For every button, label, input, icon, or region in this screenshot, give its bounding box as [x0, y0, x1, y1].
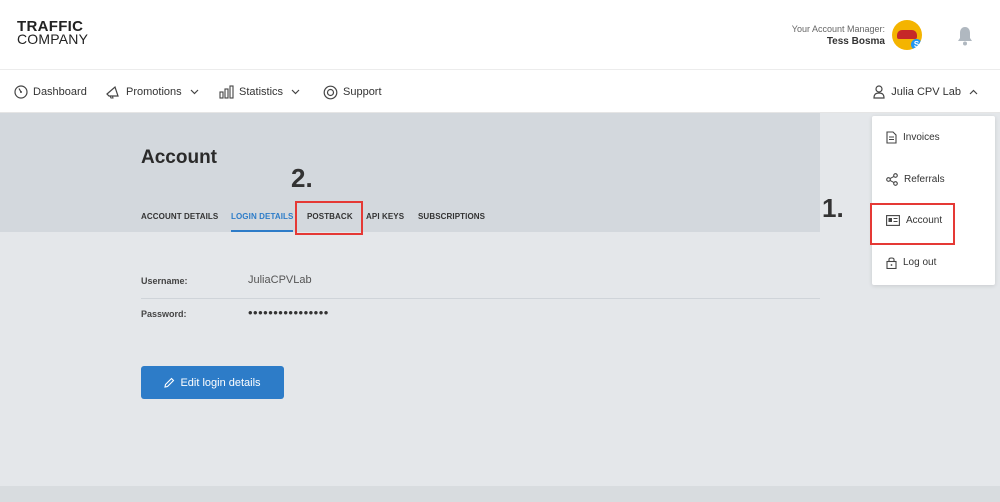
account-header-band — [0, 113, 820, 232]
dropdown-item-invoices[interactable]: Invoices — [872, 124, 995, 150]
user-menu-label: Julia CPV Lab — [891, 86, 961, 98]
user-icon — [873, 85, 885, 99]
account-manager-info: Your Account Manager: Tess Bosma — [792, 24, 885, 47]
edit-login-details-button[interactable]: Edit login details — [141, 366, 284, 399]
notification-bell-icon[interactable] — [957, 26, 973, 46]
lifebuoy-icon — [323, 85, 338, 99]
dropdown-item-referrals[interactable]: Referrals — [872, 166, 995, 192]
bar-chart-icon — [219, 85, 234, 99]
dashboard-gauge-icon — [14, 85, 28, 99]
pencil-icon — [164, 377, 175, 388]
nav-item-dashboard[interactable]: Dashboard — [14, 71, 87, 113]
dropdown-label-referrals: Referrals — [904, 173, 945, 185]
user-menu-toggle[interactable]: Julia CPV Lab — [873, 71, 978, 113]
user-dropdown-menu: Invoices Referrals Account Log out — [872, 116, 995, 285]
top-header: TRAFFIC COMPANY Your Account Manager: Te… — [0, 0, 1000, 70]
page-title: Account — [141, 147, 217, 168]
nav-label-support: Support — [343, 86, 382, 98]
account-manager-label: Your Account Manager: — [791, 24, 885, 34]
chevron-up-icon — [969, 89, 978, 95]
dropdown-label-invoices: Invoices — [903, 131, 940, 143]
tab-login-details[interactable]: LOGIN DETAILS — [231, 206, 294, 232]
share-icon — [886, 172, 898, 186]
account-highlight-box — [870, 203, 955, 245]
tab-subscriptions[interactable]: SUBSCRIPTIONS — [418, 206, 485, 232]
traffic-company-logo[interactable]: TRAFFIC COMPANY — [17, 19, 89, 47]
footer-band — [0, 486, 1000, 502]
nav-item-promotions[interactable]: Promotions — [106, 71, 199, 113]
avatar-car-icon — [897, 30, 917, 39]
dropdown-item-logout[interactable]: Log out — [872, 249, 995, 275]
main-nav: Dashboard Promotions Statistics Support — [0, 71, 1000, 113]
username-value: JuliaCPVLab — [248, 274, 312, 286]
megaphone-icon — [106, 85, 119, 99]
nav-label-statistics: Statistics — [239, 86, 284, 98]
tab-account-details[interactable]: ACCOUNT DETAILS — [141, 206, 218, 232]
nav-label-dashboard: Dashboard — [33, 86, 87, 98]
chevron-down-icon — [190, 89, 199, 95]
step-1-label: 1. — [822, 193, 844, 223]
postback-highlight-box — [295, 201, 363, 235]
username-label: Username: — [141, 276, 188, 286]
account-manager-name: Tess Bosma — [826, 36, 885, 47]
skype-icon[interactable]: S — [911, 39, 922, 50]
nav-item-support[interactable]: Support — [323, 71, 382, 113]
password-value: •••••••••••••••• — [248, 305, 329, 320]
edit-login-details-label: Edit login details — [180, 376, 261, 389]
chevron-down-icon — [291, 89, 300, 95]
step-2-label: 2. — [291, 163, 313, 193]
dropdown-label-logout: Log out — [903, 256, 937, 268]
logo-line2: COMPANY — [17, 31, 89, 47]
account-manager-avatar[interactable]: S — [892, 20, 922, 50]
username-row: Username: JuliaCPVLab — [141, 265, 820, 299]
nav-label-promotions: Promotions — [126, 86, 182, 98]
lock-icon — [886, 256, 897, 269]
password-label: Password: — [141, 309, 187, 319]
tab-api-keys[interactable]: API KEYS — [366, 206, 404, 232]
document-icon — [886, 130, 897, 144]
nav-item-statistics[interactable]: Statistics — [219, 71, 300, 113]
password-row: Password: •••••••••••••••• — [141, 298, 820, 332]
